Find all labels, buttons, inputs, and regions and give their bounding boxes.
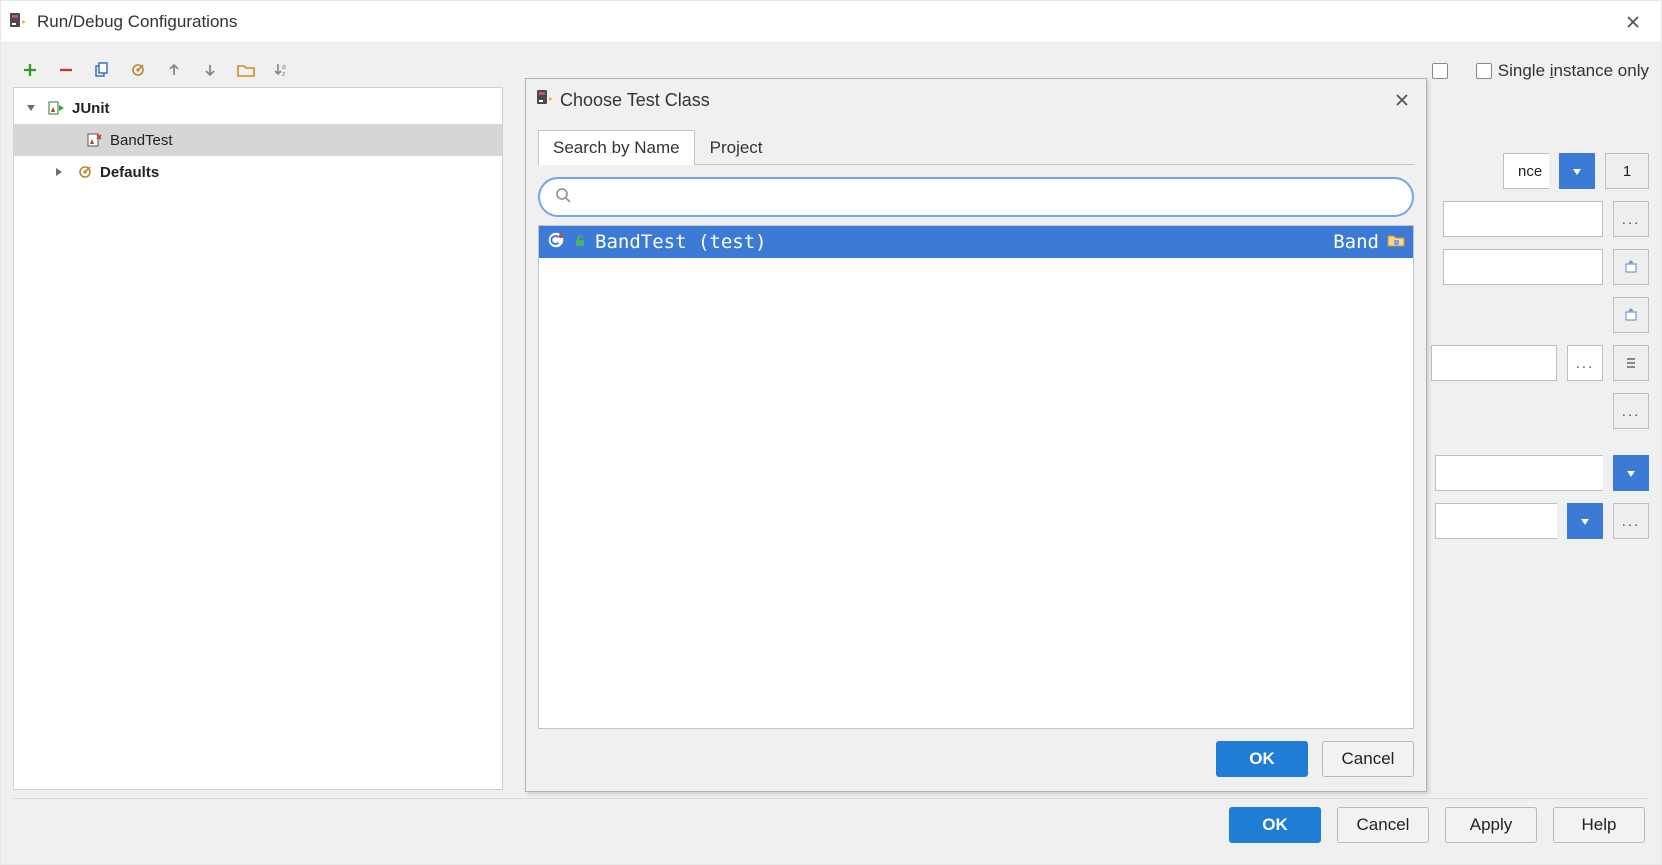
ok-button[interactable]: OK xyxy=(1229,807,1321,843)
result-item-module: Band xyxy=(1333,231,1379,253)
fork-mode-row: nce 1 xyxy=(1503,153,1649,189)
dialog-tabs: Search by Name Project xyxy=(538,129,1414,165)
browse-button[interactable]: ... xyxy=(1613,503,1649,539)
app-icon xyxy=(9,12,29,32)
text-field[interactable] xyxy=(1431,345,1557,381)
dialog-title: Choose Test Class xyxy=(560,90,710,111)
remove-config-button[interactable] xyxy=(51,56,81,84)
dialog-actions: OK Cancel xyxy=(526,729,1426,791)
collapse-arrow-icon[interactable] xyxy=(48,166,70,178)
window-title: Run/Debug Configurations xyxy=(37,12,237,32)
tree-node-bandtest[interactable]: BandTest xyxy=(14,124,502,156)
class-icon xyxy=(547,231,565,254)
text-field[interactable] xyxy=(1443,201,1603,237)
fork-mode-select-tail[interactable]: nce xyxy=(1503,153,1549,189)
choose-test-class-dialog: Choose Test Class Search by Name Project xyxy=(525,78,1427,792)
module-row xyxy=(1435,455,1649,491)
dropdown-arrow-icon[interactable] xyxy=(1567,503,1603,539)
search-icon xyxy=(554,186,572,208)
tab-project[interactable]: Project xyxy=(695,130,778,165)
dropdown-arrow-icon[interactable] xyxy=(1559,153,1595,189)
tree-node-junit[interactable]: JUnit xyxy=(14,92,502,124)
browse-button[interactable]: ... xyxy=(1613,201,1649,237)
single-instance-label: Single instance only xyxy=(1498,61,1649,81)
dialog-close-button[interactable] xyxy=(1388,86,1416,114)
text-field[interactable] xyxy=(1443,249,1603,285)
search-input[interactable] xyxy=(582,179,1398,215)
dialog-titlebar: Choose Test Class xyxy=(526,79,1426,121)
main-actions: OK Cancel Apply Help xyxy=(13,798,1649,850)
copy-config-button[interactable] xyxy=(87,56,117,84)
expand-editor-button[interactable] xyxy=(1613,249,1649,285)
dialog-body: Search by Name Project BandTest (test) B… xyxy=(526,121,1426,729)
tab-search-by-name[interactable]: Search by Name xyxy=(538,130,695,165)
config-tree[interactable]: JUnit BandTest xyxy=(13,87,503,790)
move-down-button[interactable] xyxy=(195,56,225,84)
cancel-button[interactable]: Cancel xyxy=(1322,741,1414,777)
browse-button[interactable]: ... xyxy=(1567,345,1603,381)
right-field-stack: nce 1 ... xyxy=(1431,153,1649,539)
result-item-label: BandTest (test) xyxy=(595,231,767,253)
result-item[interactable]: BandTest (test) Band xyxy=(539,226,1413,258)
dropdown-arrow-icon[interactable] xyxy=(1613,455,1649,491)
test-class-icon xyxy=(84,129,106,151)
share-checkbox[interactable] xyxy=(1432,63,1448,79)
wrench-icon xyxy=(74,161,96,183)
jre-select[interactable] xyxy=(1435,503,1557,539)
configurations-panel: az JUnit xyxy=(13,53,503,790)
results-list[interactable]: BandTest (test) Band xyxy=(538,225,1414,729)
working-dir-row: ... xyxy=(1431,345,1649,381)
jre-row: ... xyxy=(1435,503,1649,539)
help-button[interactable]: Help xyxy=(1553,807,1645,843)
ok-button[interactable]: OK xyxy=(1216,741,1308,777)
cancel-button[interactable]: Cancel xyxy=(1337,807,1429,843)
vm-options-row xyxy=(1443,249,1649,285)
svg-text:a: a xyxy=(282,64,286,71)
window-close-button[interactable] xyxy=(1613,7,1653,37)
unlock-icon xyxy=(573,231,587,253)
single-instance-checkbox[interactable] xyxy=(1476,63,1492,79)
tree-node-defaults[interactable]: Defaults xyxy=(14,156,502,188)
app-icon xyxy=(536,89,554,111)
module-select[interactable] xyxy=(1435,455,1603,491)
apply-button[interactable]: Apply xyxy=(1445,807,1537,843)
svg-text:z: z xyxy=(282,71,286,78)
class-field-row: ... xyxy=(1443,201,1649,237)
config-toolbar: az xyxy=(13,53,503,87)
tree-label: BandTest xyxy=(110,132,173,149)
edit-defaults-button[interactable] xyxy=(123,56,153,84)
list-button[interactable] xyxy=(1613,345,1649,381)
search-field[interactable] xyxy=(538,177,1414,217)
module-icon xyxy=(1387,231,1405,254)
top-checkbox-row: Single instance only xyxy=(1432,61,1649,81)
tree-label: JUnit xyxy=(72,100,110,117)
tree-label: Defaults xyxy=(100,164,159,181)
fork-count-input[interactable]: 1 xyxy=(1605,153,1649,189)
add-config-button[interactable] xyxy=(15,56,45,84)
env-vars-row: ... xyxy=(1613,393,1649,429)
expand-editor-button[interactable] xyxy=(1613,297,1649,333)
junit-run-icon xyxy=(46,97,68,119)
folder-button[interactable] xyxy=(231,56,261,84)
expand-arrow-icon[interactable] xyxy=(20,102,42,114)
move-up-button[interactable] xyxy=(159,56,189,84)
titlebar: Run/Debug Configurations xyxy=(1,1,1661,43)
program-args-row xyxy=(1613,297,1649,333)
sort-button[interactable]: az xyxy=(267,56,297,84)
browse-button[interactable]: ... xyxy=(1613,393,1649,429)
